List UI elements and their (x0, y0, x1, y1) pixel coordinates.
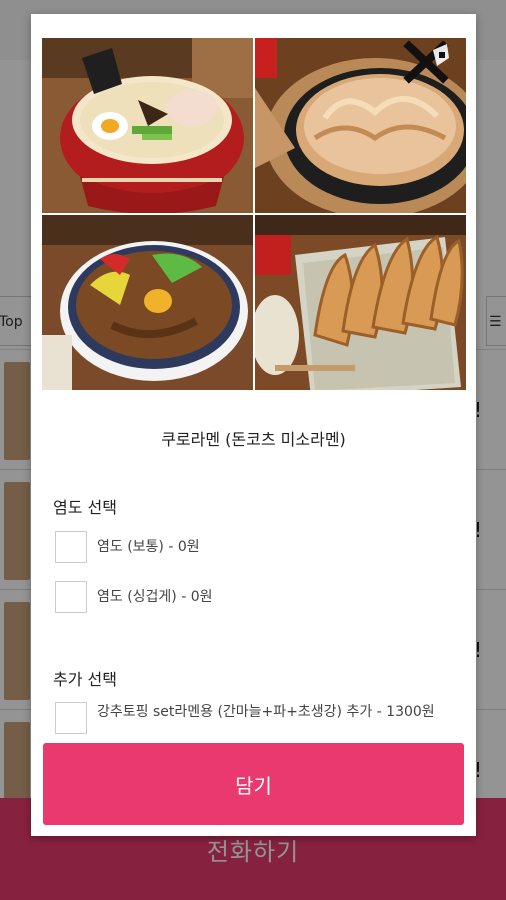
salt-light-label: 염도 (싱겁게) - 0원 (97, 589, 213, 605)
extra-topping-label: 강추토핑 set라멘용 (간마늘+파+초생강) 추가 - 1300원 (97, 704, 435, 720)
menu-photo-grid (42, 38, 466, 390)
rice-bowl-photo (42, 215, 253, 390)
salt-option-normal[interactable]: 염도 (보통) - 0원 (55, 531, 200, 563)
ramen-bowl-photo (42, 38, 253, 213)
extra-topping-checkbox[interactable] (55, 702, 87, 734)
gyoza-photo (255, 215, 466, 390)
salt-light-checkbox[interactable] (55, 581, 87, 613)
menu-item-title: 쿠로라멘 (돈코츠 미소라멘) (161, 430, 346, 449)
salt-option-light[interactable]: 염도 (싱겁게) - 0원 (55, 581, 213, 613)
menu-option-dialog: 쿠로라멘 (돈코츠 미소라멘) 염도 선택 염도 (보통) - 0원 염도 (싱… (31, 14, 476, 836)
add-to-cart-button[interactable]: 담기 (43, 743, 464, 825)
extra-option-topping-set[interactable]: 강추토핑 set라멘용 (간마늘+파+초생강) 추가 - 1300원 (55, 702, 457, 734)
close-button[interactable] (403, 40, 453, 84)
close-x-icon (403, 40, 449, 84)
salt-section-title: 염도 선택 (53, 498, 117, 517)
salt-normal-checkbox[interactable] (55, 531, 87, 563)
extra-section-title: 추가 선택 (53, 670, 117, 689)
salt-normal-label: 염도 (보통) - 0원 (97, 539, 200, 555)
